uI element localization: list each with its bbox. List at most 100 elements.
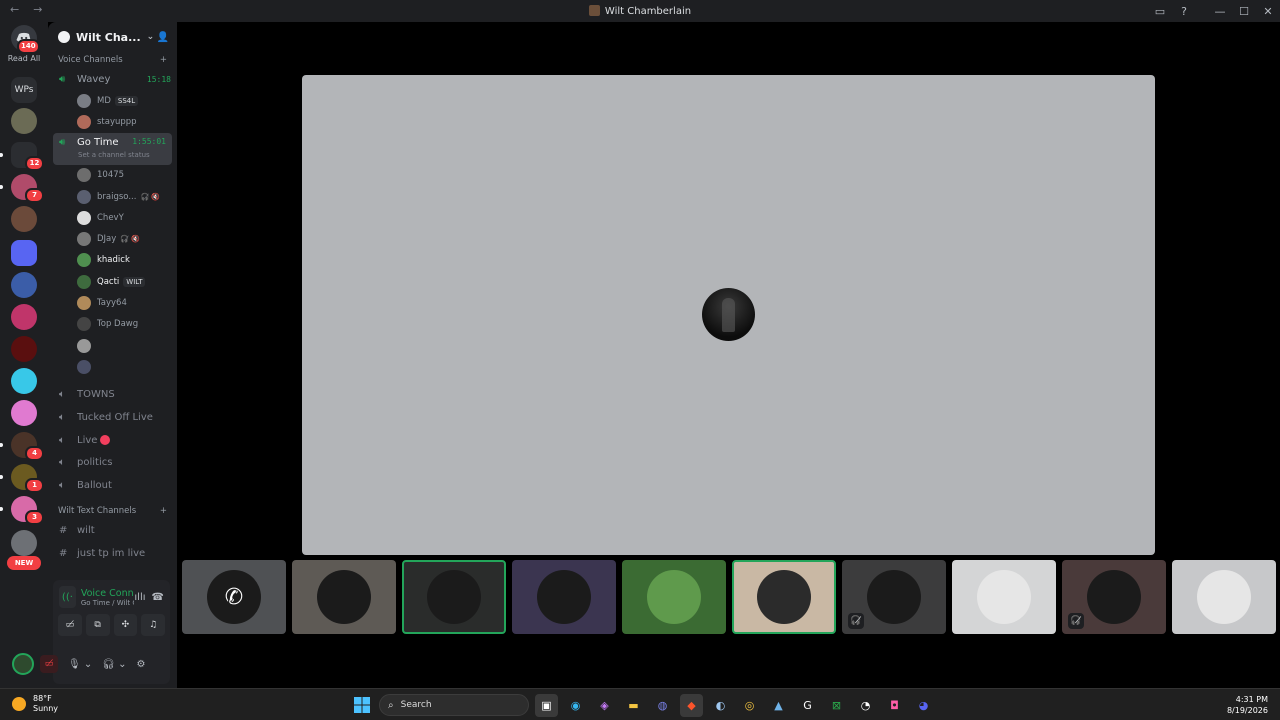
chrome-icon[interactable]: ◎ (738, 694, 761, 717)
new-badge[interactable]: NEW (7, 556, 41, 570)
add-member-icon[interactable]: 👤 (157, 32, 169, 43)
brave-icon[interactable]: ◆ (680, 693, 703, 717)
unread-badge: 12 (25, 156, 44, 171)
activities-button[interactable]: ✣ (113, 614, 138, 636)
add-channel-icon[interactable]: + (160, 506, 167, 516)
gear-icon[interactable]: ⚙ (137, 659, 146, 670)
voice-user[interactable]: Tayy64 (48, 292, 177, 313)
chevron-down-icon[interactable]: ⌄ (147, 32, 155, 42)
task-view-icon[interactable]: ▣ (535, 693, 558, 717)
text-channels: # wilt # just tp im live (48, 519, 177, 564)
voice-channel[interactable]: 🔈︎ TOWNS (48, 384, 177, 407)
voice-user[interactable]: 10475 (48, 165, 177, 186)
category-text-channels[interactable]: Wilt Text Channels + (48, 503, 177, 519)
tile-grey[interactable] (1172, 560, 1276, 634)
read-all-button[interactable]: Read All (0, 54, 48, 63)
text-channel[interactable]: # just tp im live (48, 542, 177, 565)
voice-user[interactable]: khadick (48, 250, 177, 271)
voice-channel[interactable]: 🔈︎ Tucked Off Live (48, 406, 177, 429)
voice-channel[interactable]: 🔈︎ Ballout (48, 474, 177, 497)
camera-off-button[interactable]: ▭̸ (58, 614, 82, 636)
voice-user[interactable]: stayuppp (48, 111, 177, 132)
voice-user[interactable] (48, 356, 177, 377)
tile-bw[interactable]: 🎧̸ (842, 560, 946, 634)
screen-share-button[interactable]: ⧉ (85, 614, 110, 636)
voice-channel-wavey[interactable]: 🔊︎ Wavey 15:18 (48, 68, 177, 90)
server-icon[interactable] (11, 530, 37, 556)
discord-icon[interactable]: ◕ (912, 694, 935, 717)
microphone-icon[interactable]: 🎙︎ ⌄ (68, 659, 92, 670)
server-icon[interactable]: 1 (11, 464, 44, 493)
voice-user[interactable]: braigso... 🎧̸ 🔇 (48, 186, 177, 207)
voice-user[interactable]: Top Dawg (48, 314, 177, 335)
tile-athlete[interactable]: 🎧̸ (1062, 560, 1166, 634)
tile-phone[interactable]: ✆ (182, 560, 286, 634)
photos-icon[interactable]: ▲ (767, 694, 790, 717)
clock-time: 4:31 PM (1235, 695, 1268, 704)
server-icon[interactable] (11, 272, 37, 298)
help-icon[interactable]: ? (1172, 2, 1196, 20)
home-button[interactable]: 140 (11, 25, 40, 54)
voice-channel-go-time[interactable]: 🔊︎ Go Time 1:55:01 Set a channel status (53, 132, 172, 165)
headphones-icon[interactable]: 🎧︎ ⌄ (102, 659, 126, 670)
logitech-icon[interactable]: G (796, 694, 819, 717)
server-icon[interactable] (11, 400, 37, 426)
search-box[interactable]: ⌕ Search (379, 694, 529, 716)
server-icon[interactable] (11, 206, 37, 232)
weather-widget[interactable]: 88°F Sunny (12, 694, 58, 714)
edge-icon[interactable]: ◉ (564, 694, 587, 717)
server-header[interactable]: Wilt Cha... ⌄ 👤 (48, 22, 177, 52)
soundboard-button[interactable]: ♫ (141, 614, 165, 636)
server-icon[interactable]: 3 (11, 496, 44, 525)
maximize-icon[interactable]: ☐ (1232, 2, 1256, 20)
server-icon[interactable] (11, 240, 37, 266)
stream-off-icon[interactable]: ▭̸ (40, 655, 58, 673)
voice-user[interactable]: ChevY (48, 207, 177, 228)
server-icon[interactable] (11, 368, 37, 394)
tile-orange[interactable] (732, 560, 836, 634)
server-icon[interactable]: 4 (11, 432, 44, 461)
tile-lips[interactable] (952, 560, 1056, 634)
teams-icon[interactable]: ◍ (651, 694, 674, 717)
channel-status[interactable]: Set a channel status (78, 151, 150, 159)
channel-name: just tp im live (77, 547, 146, 559)
voice-channel[interactable]: 🔈︎ politics (48, 452, 177, 475)
close-icon[interactable]: ✕ (1256, 2, 1280, 20)
file-explorer-icon[interactable]: ▬ (622, 694, 645, 717)
voice-channel[interactable]: 🔈︎ Live (48, 429, 177, 452)
text-channel[interactable]: # wilt (48, 519, 177, 542)
voice-user[interactable]: MD SS4L (48, 90, 177, 111)
server-icon[interactable]: 7 (11, 174, 44, 203)
steam-icon[interactable]: ◐ (709, 694, 732, 717)
xbox-icon[interactable]: ⊠ (825, 694, 848, 717)
server-icon[interactable] (11, 108, 37, 134)
copilot-icon[interactable]: ◈ (593, 694, 616, 717)
tile-chain[interactable] (292, 560, 396, 634)
add-channel-icon[interactable]: + (160, 55, 167, 65)
avatar[interactable] (12, 653, 34, 675)
tile-cartoon[interactable] (622, 560, 726, 634)
windows-start-icon[interactable] (350, 694, 373, 717)
tile-hooded[interactable] (512, 560, 616, 634)
inbox-icon[interactable]: ▭ (1148, 2, 1172, 20)
tile-dark-figure[interactable] (402, 560, 506, 634)
app-icon[interactable]: ◘ (883, 694, 906, 717)
server-icon[interactable] (11, 336, 37, 362)
voice-user[interactable] (48, 335, 177, 356)
disconnect-icon[interactable]: ☎ (152, 592, 164, 603)
voice-user[interactable]: DJay 🎧̸ 🔇 (48, 228, 177, 249)
category-voice-channels[interactable]: Voice Channels + (48, 52, 177, 68)
server-name: Wilt Cha... (76, 30, 141, 44)
server-folder-wps[interactable]: WPs (11, 77, 37, 103)
system-clock[interactable]: 4:31 PM 8/19/2026 (1227, 694, 1268, 716)
voice-location[interactable]: Go Time / Wilt Ch... (81, 599, 135, 607)
noise-suppression-icon[interactable]: ıllı (134, 592, 145, 603)
server-icon[interactable]: 12 (11, 142, 44, 171)
clock-app-icon[interactable]: ◔ (854, 694, 877, 717)
voice-user[interactable]: Qacti WILT (48, 271, 177, 292)
main-stream-tile[interactable] (302, 75, 1155, 555)
signal-icon[interactable]: ((· (59, 586, 76, 608)
unread-badge: 1 (25, 478, 44, 493)
minimize-icon[interactable]: — (1208, 2, 1232, 20)
server-icon[interactable] (11, 304, 37, 330)
